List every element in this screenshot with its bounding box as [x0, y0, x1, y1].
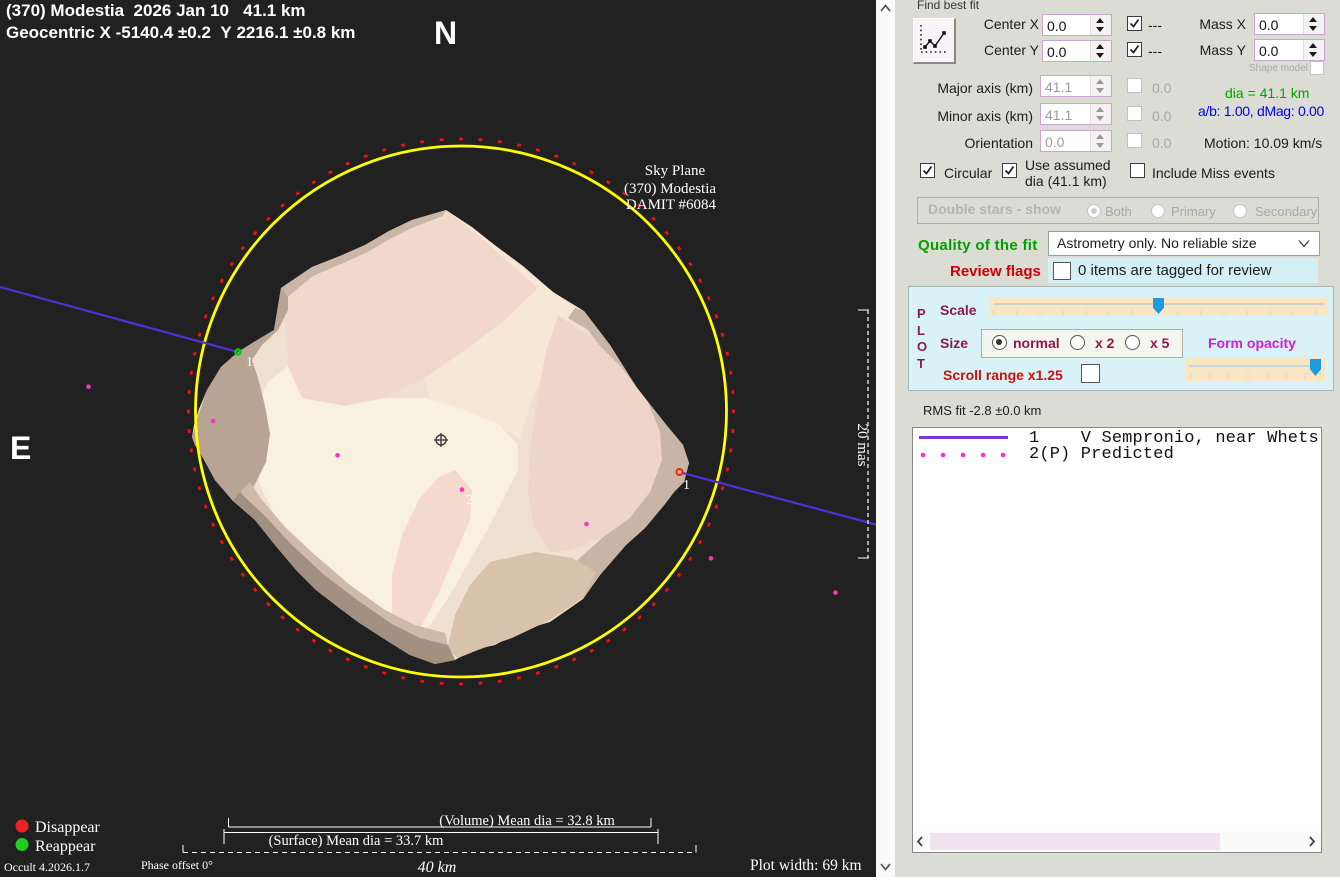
svg-text:Phase offset 0°: Phase offset 0°	[141, 858, 213, 872]
svg-text:DAMIT #6084: DAMIT #6084	[626, 197, 717, 213]
svg-text:Occult 4.2026.1.7: Occult 4.2026.1.7	[4, 860, 90, 874]
svg-text:Plot width: 69 km: Plot width: 69 km	[750, 857, 862, 874]
svg-text:2: 2	[466, 493, 473, 508]
svg-text:1: 1	[683, 478, 690, 493]
svg-text:Geocentric X -5140.4 ±0.2 Y 2: Geocentric X -5140.4 ±0.2 Y 2216.1 ±0.8 …	[6, 23, 355, 42]
svg-text:(370) Modestia: (370) Modestia	[624, 181, 716, 197]
svg-text:(Volume) Mean dia = 32.8 km: (Volume) Mean dia = 32.8 km	[439, 813, 615, 829]
svg-text:Reappear: Reappear	[35, 838, 96, 855]
svg-text:(370) Modestia 2026 Jan 10: (370) Modestia 2026 Jan 10 41.1 km	[6, 1, 306, 20]
svg-text:40 km: 40 km	[418, 859, 457, 876]
svg-text:20 mas: 20 mas	[854, 424, 870, 467]
svg-text:(Surface) Mean dia = 33.7 km: (Surface) Mean dia = 33.7 km	[269, 833, 445, 849]
svg-text:Sky Plane: Sky Plane	[645, 163, 706, 179]
svg-text:1: 1	[246, 355, 253, 370]
svg-text:N: N	[434, 15, 457, 51]
svg-text:Disappear: Disappear	[35, 819, 101, 836]
svg-text:E: E	[10, 430, 31, 466]
